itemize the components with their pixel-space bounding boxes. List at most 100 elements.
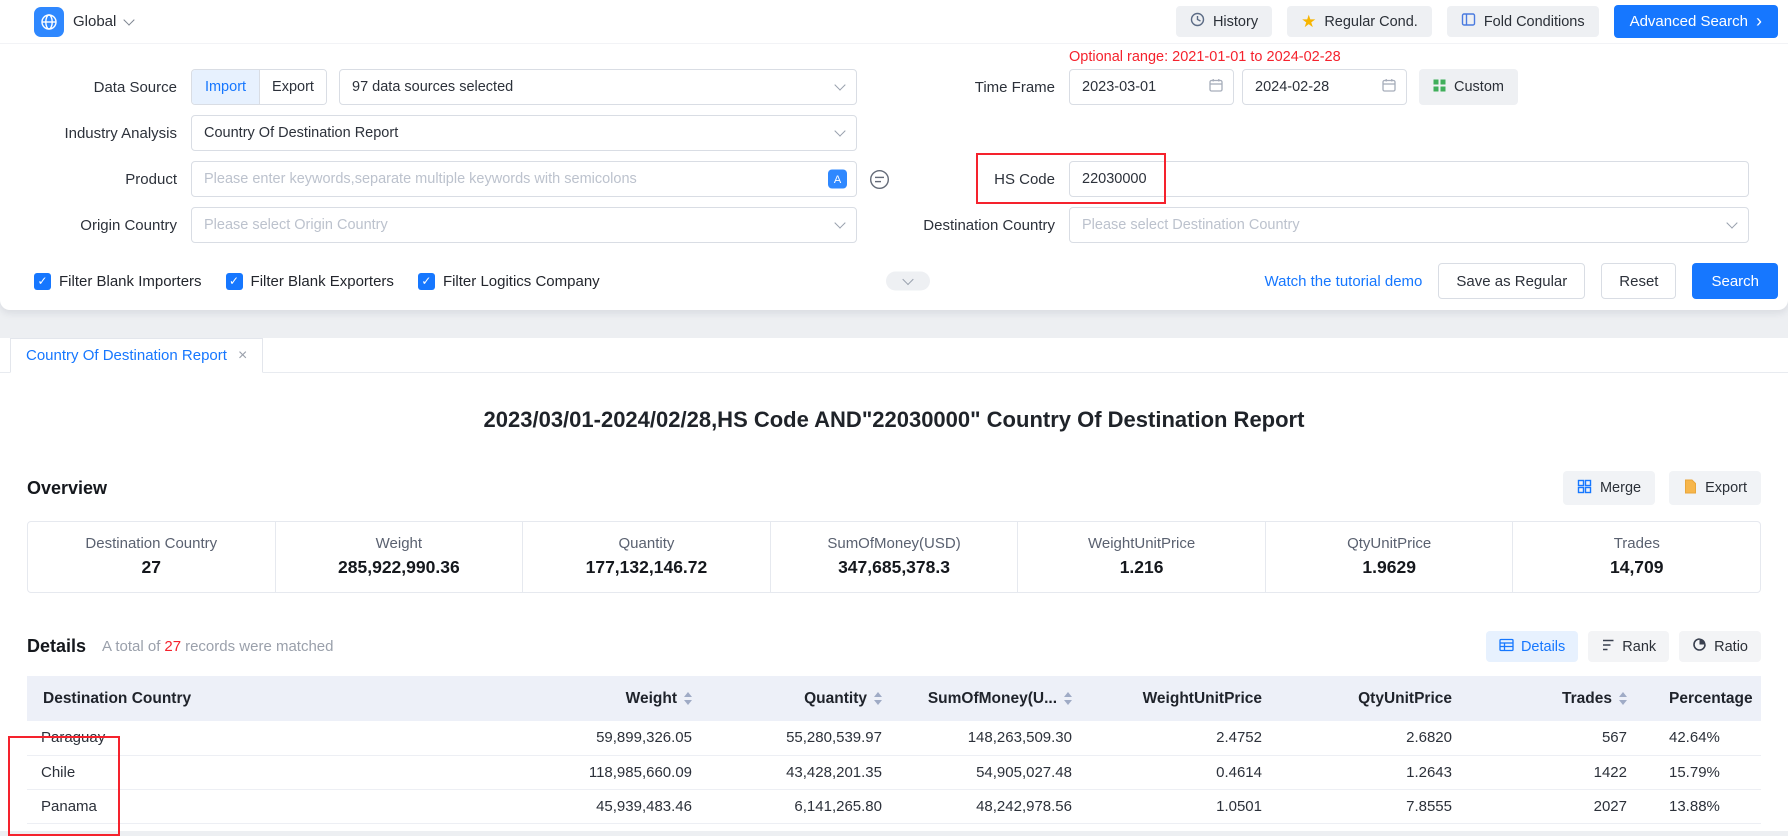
- input-method-icon[interactable]: [869, 169, 890, 190]
- merge-button[interactable]: Merge: [1563, 471, 1655, 505]
- table-icon: [1499, 638, 1514, 656]
- calendar-icon: [1382, 78, 1396, 96]
- tab-label: Country Of Destination Report: [26, 347, 227, 364]
- report-content: 2023/03/01-2024/02/28,HS Code AND"220300…: [0, 407, 1788, 824]
- search-button[interactable]: Search: [1692, 263, 1778, 299]
- data-source-label: Data Source: [0, 79, 177, 96]
- chevron-down-icon: [834, 125, 845, 136]
- col-destination-country: Destination Country: [27, 676, 527, 721]
- region-selector[interactable]: Global: [34, 7, 133, 37]
- origin-country-select[interactable]: Please select Origin Country: [191, 207, 857, 243]
- details-summary: A total of27records were matched: [102, 638, 333, 655]
- search-panel: Global History ★ Regular Cond. Fold Cond…: [0, 0, 1788, 310]
- sort-icon[interactable]: [874, 692, 882, 705]
- table-row: Paraguay 59,899,326.05 55,280,539.97 148…: [27, 721, 1761, 755]
- filter-blank-exporters-checkbox[interactable]: ✓ Filter Blank Exporters: [226, 273, 394, 290]
- end-date-input[interactable]: 2024-02-28: [1242, 69, 1407, 105]
- col-trades[interactable]: Trades: [1472, 676, 1647, 721]
- sort-icon[interactable]: [1064, 692, 1072, 705]
- search-form: Optional range: 2021-01-01 to 2024-02-28…: [0, 44, 1788, 300]
- export-toggle[interactable]: Export: [259, 70, 326, 104]
- time-frame-label: Time Frame: [857, 79, 1055, 96]
- sort-icon[interactable]: [684, 692, 692, 705]
- fold-conditions-button[interactable]: Fold Conditions: [1447, 6, 1599, 37]
- cell-country: Panama: [27, 789, 527, 823]
- col-quantity[interactable]: Quantity: [712, 676, 902, 721]
- view-details-button[interactable]: Details: [1486, 631, 1578, 662]
- save-as-regular-button[interactable]: Save as Regular: [1438, 263, 1585, 299]
- reset-button[interactable]: Reset: [1601, 263, 1676, 299]
- destination-country-placeholder: Please select Destination Country: [1082, 217, 1300, 233]
- export-label: Export: [1705, 480, 1747, 496]
- tutorial-demo-link[interactable]: Watch the tutorial demo: [1265, 273, 1423, 290]
- tabs-bar: Country Of Destination Report ×: [0, 338, 1788, 373]
- view-rank-label: Rank: [1622, 639, 1656, 655]
- view-ratio-label: Ratio: [1714, 639, 1748, 655]
- details-heading: Details: [27, 636, 86, 657]
- view-rank-button[interactable]: Rank: [1588, 631, 1669, 662]
- stat-sum-of-money: SumOfMoney(USD) 347,685,378.3: [770, 522, 1018, 592]
- topbar-actions: History ★ Regular Cond. Fold Conditions …: [1176, 5, 1778, 38]
- cell-country: Chile: [27, 755, 527, 789]
- form-row-filters: ✓ Filter Blank Importers ✓ Filter Blank …: [0, 262, 1788, 300]
- fold-conditions-label: Fold Conditions: [1484, 14, 1585, 30]
- collapse-form-button[interactable]: [886, 272, 930, 291]
- form-row-countries: Origin Country Please select Origin Coun…: [0, 202, 1788, 248]
- stat-qty-unit-price: QtyUnitPrice 1.9629: [1265, 522, 1513, 592]
- checkbox-checked-icon[interactable]: ✓: [34, 273, 51, 290]
- industry-analysis-select[interactable]: Country Of Destination Report: [191, 115, 857, 151]
- data-source-select[interactable]: 97 data sources selected: [339, 69, 857, 105]
- chevron-down-icon: [834, 79, 845, 90]
- view-switcher: Details Rank Ratio: [1486, 631, 1761, 662]
- filter-logistics-company-checkbox[interactable]: ✓ Filter Logitics Company: [418, 273, 600, 290]
- app: Global History ★ Regular Cond. Fold Cond…: [0, 0, 1788, 831]
- import-toggle[interactable]: Import: [192, 70, 259, 104]
- details-header: Details A total of27records were matched…: [27, 631, 1761, 662]
- overview-stats: Destination Country 27 Weight 285,922,99…: [27, 521, 1761, 593]
- chevron-down-icon: [902, 274, 913, 285]
- tab-country-of-destination-report[interactable]: Country Of Destination Report ×: [10, 338, 263, 373]
- custom-grid-icon: [1433, 79, 1446, 96]
- history-button[interactable]: History: [1176, 6, 1272, 37]
- filter-blank-importers-checkbox[interactable]: ✓ Filter Blank Importers: [34, 273, 202, 290]
- view-details-label: Details: [1521, 639, 1565, 655]
- export-file-icon: [1683, 479, 1697, 498]
- start-date-input[interactable]: 2023-03-01: [1069, 69, 1234, 105]
- translate-icon[interactable]: A: [828, 170, 847, 189]
- industry-analysis-label: Industry Analysis: [0, 125, 177, 142]
- product-label: Product: [0, 171, 177, 188]
- export-button[interactable]: Export: [1669, 471, 1761, 505]
- close-icon[interactable]: ×: [238, 347, 247, 365]
- col-sum-of-money[interactable]: SumOfMoney(U...: [902, 676, 1092, 721]
- record-count: 27: [164, 638, 181, 655]
- table-header-row: Destination Country Weight Quantity SumO…: [27, 676, 1761, 721]
- checkbox-checked-icon[interactable]: ✓: [226, 273, 243, 290]
- overview-heading: Overview: [27, 478, 107, 499]
- col-qty-unit-price: QtyUnitPrice: [1282, 676, 1472, 721]
- overview-actions: Merge Export: [1563, 471, 1761, 505]
- hs-code-input[interactable]: [1069, 161, 1749, 197]
- col-weight[interactable]: Weight: [527, 676, 712, 721]
- regular-cond-button[interactable]: ★ Regular Cond.: [1287, 6, 1432, 37]
- stat-trades: Trades 14,709: [1512, 522, 1760, 592]
- checkbox-checked-icon[interactable]: ✓: [418, 273, 435, 290]
- filter-label: Filter Blank Importers: [59, 273, 202, 290]
- overview-header: Overview Merge Export: [27, 471, 1761, 505]
- form-row-data-source: Data Source Import Export 97 data source…: [0, 64, 1788, 110]
- filter-label: Filter Blank Exporters: [251, 273, 394, 290]
- data-source-value: 97 data sources selected: [352, 79, 513, 95]
- merge-grid-icon: [1577, 479, 1592, 498]
- stat-quantity: Quantity 177,132,146.72: [522, 522, 770, 592]
- custom-range-button[interactable]: Custom: [1419, 69, 1518, 105]
- advanced-search-button[interactable]: Advanced Search ›: [1614, 5, 1778, 38]
- globe-icon: [34, 7, 64, 37]
- industry-analysis-value: Country Of Destination Report: [204, 125, 398, 141]
- destination-country-select[interactable]: Please select Destination Country: [1069, 207, 1749, 243]
- merge-label: Merge: [1600, 480, 1641, 496]
- view-ratio-button[interactable]: Ratio: [1679, 631, 1761, 662]
- product-keywords-input[interactable]: [191, 161, 857, 197]
- fold-panel-icon: [1461, 12, 1476, 31]
- table-row: Chile 118,985,660.09 43,428,201.35 54,90…: [27, 755, 1761, 789]
- sort-icon[interactable]: [1619, 692, 1627, 705]
- regular-cond-label: Regular Cond.: [1324, 14, 1418, 30]
